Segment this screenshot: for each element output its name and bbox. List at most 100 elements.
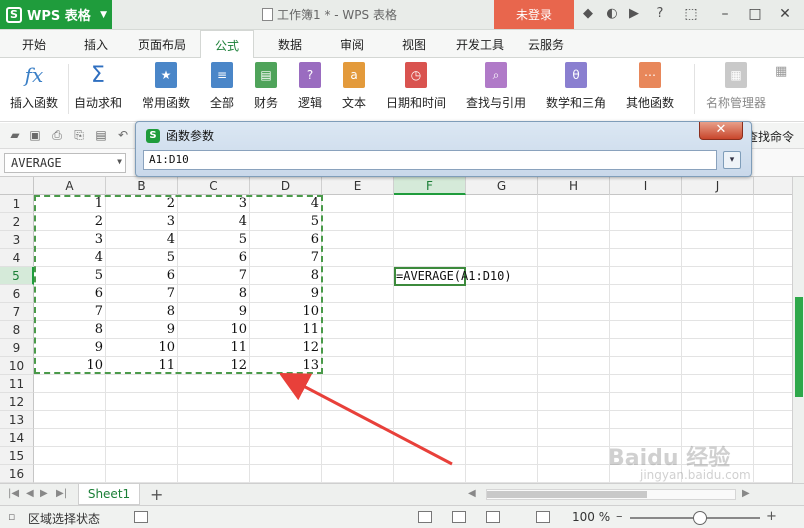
login-button[interactable]: 未登录 [494, 0, 574, 29]
insert-function-button[interactable]: fx 插入函数 [10, 62, 58, 111]
zoom-level[interactable]: 100 % [572, 510, 610, 524]
common-functions-button[interactable]: ★ 常用函数 [142, 62, 190, 111]
add-sheet-button[interactable]: + [150, 485, 163, 504]
row-header-7[interactable]: 7 [0, 303, 34, 321]
lookup-button[interactable]: ⌕ 查找与引用 [466, 62, 526, 111]
status-indicator-icon: ▫ [8, 510, 16, 523]
normal-view-icon[interactable] [418, 511, 432, 523]
column-header-b[interactable]: B [106, 177, 178, 195]
restore-ribbon-icon[interactable]: ⬚ [678, 2, 704, 26]
column-header-c[interactable]: C [178, 177, 250, 195]
column-header-e[interactable]: E [322, 177, 394, 195]
wps-logo-icon: S [6, 6, 22, 23]
zoom-in-icon[interactable]: + [766, 509, 777, 524]
row-header-2[interactable]: 2 [0, 213, 34, 231]
tab-developer[interactable]: 开发工具 [456, 36, 504, 53]
cell-formula-text[interactable]: =AVERAGE(A1:D10) [396, 267, 512, 285]
row-header-4[interactable]: 4 [0, 249, 34, 267]
row-header-13[interactable]: 13 [0, 411, 34, 429]
eye-protect-icon[interactable] [536, 511, 550, 523]
zoom-out-icon[interactable]: – [616, 509, 623, 524]
close-button[interactable]: ✕ [772, 2, 798, 26]
save-icon[interactable]: ▣ [28, 128, 42, 142]
zoom-slider-knob[interactable] [693, 511, 707, 525]
status-text: 区域选择状态 [28, 512, 101, 526]
sheet-tab-sheet1[interactable]: Sheet1 [78, 484, 140, 505]
grid-icon[interactable]: ▦ [775, 64, 787, 79]
column-header-f[interactable]: F [394, 177, 466, 195]
print-preview-icon[interactable]: ⎙ [50, 128, 64, 142]
macro-icon[interactable] [134, 511, 148, 523]
tab-formulas[interactable]: 公式 [200, 30, 255, 59]
row-header-15[interactable]: 15 [0, 447, 34, 465]
scroll-right-icon[interactable]: ▶ [742, 488, 750, 499]
tab-view[interactable]: 视图 [402, 36, 426, 53]
chevron-down-icon[interactable]: ▼ [117, 157, 122, 166]
open-folder-icon[interactable]: ▰ [8, 128, 22, 142]
function-arguments-dialog: S 函数参数 ✕ A1:D10 ▾ [135, 121, 752, 177]
row-header-6[interactable]: 6 [0, 285, 34, 303]
magnifier-book-icon: ⌕ [485, 62, 507, 88]
logical-button[interactable]: ? 逻辑 [298, 62, 322, 111]
undo-icon[interactable]: ↶ [116, 128, 130, 142]
wps-logo-icon: S [146, 128, 160, 143]
row-header-12[interactable]: 12 [0, 393, 34, 411]
minimize-button[interactable]: – [712, 2, 738, 26]
financial-button[interactable]: ▤ 财务 [254, 62, 278, 111]
tab-review[interactable]: 审阅 [340, 36, 364, 53]
row-header-11[interactable]: 11 [0, 375, 34, 393]
page-layout-view-icon[interactable] [452, 511, 466, 523]
horizontal-scrollbar[interactable] [486, 489, 736, 500]
cloud-icon[interactable]: ▶ [626, 6, 642, 22]
all-functions-button[interactable]: ≡ 全部 [210, 62, 234, 111]
tab-page-layout[interactable]: 页面布局 [138, 36, 186, 53]
dialog-close-button[interactable]: ✕ [699, 122, 743, 140]
column-header-j[interactable]: J [682, 177, 754, 195]
row-header-14[interactable]: 14 [0, 429, 34, 447]
next-sheet-icon[interactable]: ▶ [40, 488, 48, 499]
print-icon[interactable]: ⎘ [72, 128, 86, 142]
column-header-g[interactable]: G [466, 177, 538, 195]
tab-insert[interactable]: 插入 [84, 36, 108, 53]
find-command[interactable]: 查找命令 [746, 128, 794, 145]
column-header-i[interactable]: I [610, 177, 682, 195]
other-functions-button[interactable]: ⋯ 其他函数 [626, 62, 674, 111]
text-button[interactable]: a 文本 [342, 62, 366, 111]
row-header-1[interactable]: 1 [0, 195, 34, 213]
tab-cloud[interactable]: 云服务 [528, 36, 564, 53]
row-header-8[interactable]: 8 [0, 321, 34, 339]
page-break-view-icon[interactable] [486, 511, 500, 523]
scroll-left-icon[interactable]: ◀ [468, 488, 476, 499]
app-menu-button[interactable]: S WPS 表格 ▼ [0, 0, 112, 29]
tab-data[interactable]: 数据 [278, 36, 302, 53]
name-box[interactable]: AVERAGE ▼ [4, 153, 126, 173]
row-header-3[interactable]: 3 [0, 231, 34, 249]
star-book-icon: ★ [155, 62, 177, 88]
first-sheet-icon[interactable]: |◀ [8, 488, 19, 499]
column-header-a[interactable]: A [34, 177, 106, 195]
scroll-thumb[interactable] [795, 297, 803, 397]
row-header-16[interactable]: 16 [0, 465, 34, 483]
vertical-scrollbar[interactable] [792, 177, 804, 483]
tab-home[interactable]: 开始 [22, 36, 46, 53]
column-header-h[interactable]: H [538, 177, 610, 195]
range-input[interactable]: A1:D10 [143, 150, 717, 170]
column-header-d[interactable]: D [250, 177, 322, 195]
share-icon[interactable]: ◐ [604, 6, 620, 22]
last-sheet-icon[interactable]: ▶| [56, 488, 67, 499]
maximize-button[interactable]: □ [742, 2, 768, 26]
row-header-10[interactable]: 10 [0, 357, 34, 375]
expand-dialog-icon[interactable]: ▾ [723, 151, 741, 169]
row-header-9[interactable]: 9 [0, 339, 34, 357]
select-all-corner[interactable] [0, 177, 34, 195]
prev-sheet-icon[interactable]: ◀ [26, 488, 34, 499]
datetime-button[interactable]: ◷ 日期和时间 [386, 62, 446, 111]
scroll-thumb[interactable] [487, 491, 647, 498]
help-icon[interactable]: ? [652, 6, 668, 22]
skin-icon[interactable]: ◆ [580, 6, 596, 22]
preview-icon[interactable]: ▤ [94, 128, 108, 142]
math-button[interactable]: θ 数学和三角 [546, 62, 606, 111]
autosum-button[interactable]: Σ 自动求和 [74, 62, 122, 111]
name-manager-button[interactable]: ▦ 名称管理器 [706, 62, 766, 111]
row-header-5[interactable]: 5 [0, 267, 34, 285]
